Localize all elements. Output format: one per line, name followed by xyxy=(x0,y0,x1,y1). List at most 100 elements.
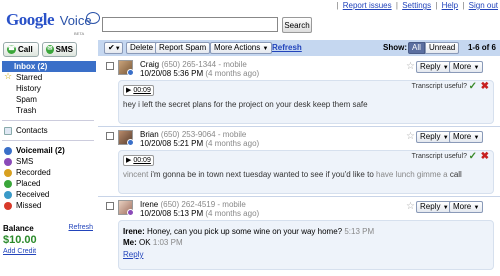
caller-phone-type: - mobile xyxy=(217,200,246,209)
avatar xyxy=(118,60,134,76)
phone-icon: ☎ xyxy=(7,45,16,54)
sms-icon: ✉ xyxy=(46,45,54,54)
transcript-useful-label: Transcript useful? xyxy=(411,83,467,90)
sidebar-item-voicemail[interactable]: Voicemail (2) xyxy=(0,145,96,156)
transcript-word: have lunch xyxy=(376,170,417,179)
sidebar-item-received[interactable]: Received xyxy=(0,189,96,200)
reply-button[interactable]: Reply ▼ xyxy=(416,131,453,143)
sms-sender: Irene: xyxy=(123,227,145,236)
contacts-icon xyxy=(4,127,12,135)
message-row[interactable]: Craig (650) 265-1344 - mobile 10/20/08 5… xyxy=(98,58,500,127)
sms-button[interactable]: ✉ SMS xyxy=(42,42,77,57)
more-actions-button[interactable]: More Actions ▼ xyxy=(210,42,273,54)
sms-text: Honey, can you pick up some wine on your… xyxy=(147,227,343,236)
search-button[interactable]: Search xyxy=(282,17,312,33)
filter-all-button[interactable]: All xyxy=(408,42,425,54)
separator: | xyxy=(395,1,398,10)
sms-time: 5:13 PM xyxy=(344,227,375,236)
caller-name[interactable]: Irene xyxy=(140,200,158,209)
voice-bubble-icon xyxy=(86,12,100,24)
message-time: 10/20/08 5:21 PM (4 months ago) xyxy=(140,139,259,148)
relative-time: (4 months ago) xyxy=(205,209,260,218)
reply-button[interactable]: Reply ▼ xyxy=(416,61,453,73)
caller-info: Craig (650) 265-1344 - mobile xyxy=(140,60,247,69)
sidebar-item-label: Voicemail (2) xyxy=(16,146,65,155)
sidebar-item-label: Starred xyxy=(16,73,43,82)
transcript-word: vincent xyxy=(123,170,151,179)
reply-label: Reply xyxy=(420,132,441,141)
help-link[interactable]: Help xyxy=(442,1,458,10)
refresh-link[interactable]: Refresh xyxy=(272,43,302,52)
sidebar-item-sms[interactable]: SMS xyxy=(0,156,96,167)
placed-icon xyxy=(4,180,12,188)
more-label: More xyxy=(453,132,472,141)
sidebar-item-contacts[interactable]: Contacts xyxy=(0,125,96,136)
sidebar-item-placed[interactable]: Placed xyxy=(0,178,96,189)
main-panel: ✔▼ Delete Report Spam More Actions ▼ Ref… xyxy=(98,40,500,276)
report-spam-button[interactable]: Report Spam xyxy=(155,42,211,54)
duration: 00:09 xyxy=(133,157,151,164)
sidebar-divider xyxy=(2,120,94,121)
more-button[interactable]: More ▼ xyxy=(449,201,484,213)
sidebar-divider xyxy=(2,140,94,141)
select-dropdown[interactable]: ✔▼ xyxy=(104,42,123,54)
add-credit-link[interactable]: Add Credit xyxy=(3,248,95,255)
sidebar-item-history[interactable]: History xyxy=(0,83,96,94)
sidebar-item-recorded[interactable]: Recorded xyxy=(0,167,96,178)
message-checkbox[interactable] xyxy=(106,62,114,70)
sidebar-item-missed[interactable]: Missed xyxy=(0,200,96,211)
balance-refresh-link[interactable]: Refresh xyxy=(68,224,93,231)
checkmark-icon: ✔ xyxy=(108,43,115,52)
voicemail-icon xyxy=(4,147,12,155)
close-icon[interactable]: ✖ xyxy=(481,151,489,162)
sidebar-item-label: Contacts xyxy=(16,126,48,135)
more-button[interactable]: More ▼ xyxy=(449,131,484,143)
caller-info: Brian (650) 253-9064 - mobile xyxy=(140,130,246,139)
star-icon[interactable]: ☆ xyxy=(406,201,415,212)
play-button[interactable]: ▶ 00:09 xyxy=(123,155,154,166)
delete-button[interactable]: Delete xyxy=(126,42,158,54)
check-icon[interactable]: ✓ xyxy=(469,81,477,92)
sms-reply-link[interactable]: Reply xyxy=(123,250,143,259)
message-checkbox[interactable] xyxy=(106,132,114,140)
chevron-down-icon: ▼ xyxy=(473,205,480,211)
google-voice-logo[interactable]: Google Voice BETA xyxy=(6,10,100,40)
chevron-down-icon: ▼ xyxy=(442,65,449,71)
star-icon[interactable]: ☆ xyxy=(406,131,415,142)
filter-unread-button[interactable]: Unread xyxy=(425,42,460,54)
call-button[interactable]: ☎ Call xyxy=(3,42,39,57)
chevron-down-icon: ▼ xyxy=(114,46,121,52)
voicemail-icon xyxy=(127,69,134,76)
close-icon[interactable]: ✖ xyxy=(481,81,489,92)
sms-category-icon xyxy=(4,158,12,166)
sign-out-link[interactable]: Sign out xyxy=(469,1,498,10)
voicemail-icon xyxy=(127,139,134,146)
recorded-icon xyxy=(4,169,12,177)
chevron-down-icon: ▼ xyxy=(473,135,480,141)
timestamp: 10/20/08 5:13 PM xyxy=(140,209,204,218)
reply-button[interactable]: Reply ▼ xyxy=(416,201,453,213)
sidebar-item-label: Recorded xyxy=(16,168,51,177)
caller-name[interactable]: Brian xyxy=(140,130,159,139)
chevron-down-icon: ▼ xyxy=(473,65,480,71)
caller-name[interactable]: Craig xyxy=(140,60,159,69)
sidebar-item-label: Inbox (2) xyxy=(14,62,48,71)
search-input[interactable] xyxy=(102,17,278,32)
caller-info: Irene (650) 262-4519 - mobile xyxy=(140,200,246,209)
report-issues-link[interactable]: Report issues xyxy=(343,1,392,10)
message-row[interactable]: Brian (650) 253-9064 - mobile 10/20/08 5… xyxy=(98,128,500,197)
message-row[interactable]: Irene (650) 262-4519 - mobile 10/20/08 5… xyxy=(98,198,500,276)
sidebar-item-spam[interactable]: Spam xyxy=(0,94,96,105)
logo-beta: BETA xyxy=(74,31,85,36)
message-checkbox[interactable] xyxy=(106,202,114,210)
more-button[interactable]: More ▼ xyxy=(449,61,484,73)
sidebar-item-starred[interactable]: ☆ Starred xyxy=(0,71,96,83)
chevron-down-icon: ▼ xyxy=(442,135,449,141)
play-button[interactable]: ▶ 00:09 xyxy=(123,85,154,96)
sidebar-item-inbox[interactable]: Inbox (2) xyxy=(2,61,96,72)
sms-label: SMS xyxy=(55,45,73,54)
settings-link[interactable]: Settings xyxy=(402,1,431,10)
sidebar-item-trash[interactable]: Trash xyxy=(0,105,96,116)
star-icon[interactable]: ☆ xyxy=(406,61,415,72)
check-icon[interactable]: ✓ xyxy=(469,151,477,162)
